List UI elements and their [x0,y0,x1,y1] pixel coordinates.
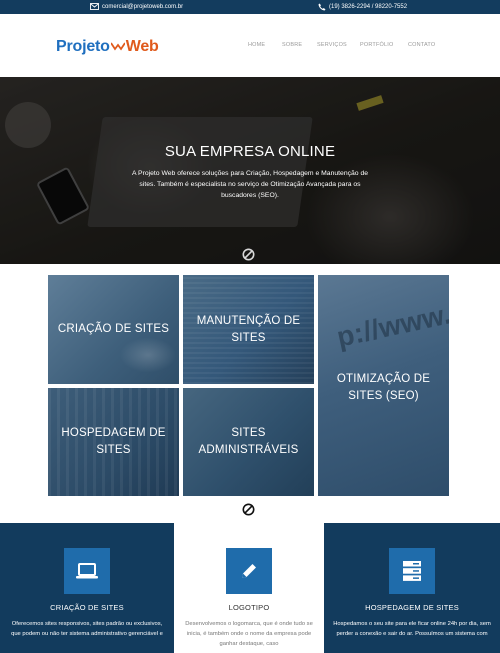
server-icon [389,548,435,594]
slider-pause-icon[interactable] [242,248,255,261]
card-text: Desenvolvemos o logomarca, que é onde tu… [185,621,313,647]
top-contact-bar: comercial@projetoweb.com.br (19) 3826-22… [0,0,500,14]
logo-text-part1: Projeto [56,38,110,55]
pencil-icon [226,548,272,594]
nav-item-sobre[interactable]: SOBRE [282,42,302,48]
email-contact[interactable]: comercial@projetoweb.com.br [90,3,183,10]
laptop-icon [64,548,110,594]
tile-otimizacao-de-sites[interactable]: p://www. OTIMIZAÇÃO DE SITES (SEO) [318,275,449,496]
site-header: Projeto Web HOME SOBRE SERVIÇOS PORTFÓLI… [0,14,500,77]
card-text: Oferecemos sites responsivos, sites padr… [11,621,163,637]
tile-label: OTIMIZAÇÃO DE SITES (SEO) [336,372,431,402]
logo-wing-icon [109,41,126,54]
phone-text: (19) 3826-2294 / 98220-7552 [329,4,408,10]
tile-label: HOSPEDAGEM DE SITES [61,427,166,456]
card-text: Hospedamos o seu site para ele ficar onl… [333,621,491,637]
card-title: LOGOTIPO [228,603,270,612]
tile-label: SITES ADMINISTRÁVEIS [198,427,299,456]
email-text: comercial@projetoweb.com.br [102,3,184,10]
grid-pause-icon[interactable] [242,503,255,516]
card-title: CRIAÇÃO DE SITES [50,603,124,612]
tile-label: MANUTENÇÃO DE SITES [196,314,301,344]
phone-icon [318,3,326,11]
tile-sites-administraveis[interactable]: SITES ADMINISTRÁVEIS [183,388,314,496]
tile-manutencao-de-sites[interactable]: MANUTENÇÃO DE SITES [183,275,314,384]
nav-item-portfolio[interactable]: PORTFÓLIO [360,42,393,48]
card-title: HOSPEDAGEM DE SITES [365,603,459,612]
nav-item-contato[interactable]: CONTATO [408,42,435,48]
hero-title: SUA EMPRESA ONLINE [164,143,336,160]
envelope-icon [90,3,99,10]
feature-card-logotipo: LOGOTIPO Desenvolvemos o logomarca, que … [174,523,324,653]
tile-criacao-de-sites[interactable]: CRIAÇÃO DE SITES [48,275,179,384]
logo-text-part2: Web [125,38,159,55]
phone-contact[interactable]: (19) 3826-2294 / 98220-7552 [318,3,407,11]
site-logo[interactable]: Projeto Web [56,38,159,56]
feature-card-criacao: CRIAÇÃO DE SITES Oferecemos sites respon… [0,523,174,653]
hero-subtitle: A Projeto Web oferece soluções para Cria… [131,170,369,199]
nav-item-servicos[interactable]: SERVIÇOS [317,42,347,48]
hero-banner: SUA EMPRESA ONLINE A Projeto Web oferece… [0,77,500,264]
tile-label: CRIAÇÃO DE SITES [57,323,170,335]
feature-card-hospedagem: HOSPEDAGEM DE SITES Hospedamos o seu sit… [324,523,500,653]
nav-item-home[interactable]: HOME [248,42,265,48]
tile-hospedagem-de-sites[interactable]: HOSPEDAGEM DE SITES [48,388,179,496]
